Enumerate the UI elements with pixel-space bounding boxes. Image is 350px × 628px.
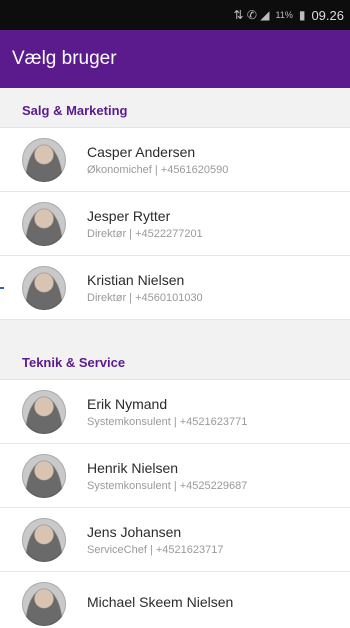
user-row-kristian-nielsen[interactable]: Kristian Nielsen Direktør | +4560101030 bbox=[0, 256, 350, 320]
battery-level: 11% bbox=[275, 10, 293, 20]
avatar bbox=[22, 581, 66, 626]
user-detail: Systemkonsulent | +4521623771 bbox=[87, 415, 248, 428]
user-name: Kristian Nielsen bbox=[87, 271, 185, 288]
section-header-salg-marketing: Salg & Marketing bbox=[0, 88, 350, 128]
user-name: Jesper Rytter bbox=[87, 207, 171, 224]
avatar bbox=[22, 137, 66, 182]
user-row-erik-nymand[interactable]: Erik Nymand Systemkonsulent | +452162377… bbox=[0, 380, 350, 444]
user-row-michael-skeem-nielsen[interactable]: Michael Skeem Nielsen bbox=[0, 572, 350, 628]
avatar bbox=[22, 201, 66, 246]
user-name: Erik Nymand bbox=[87, 395, 168, 412]
avatar bbox=[22, 453, 66, 498]
status-bar: ⇅ ✆ ◢ 11% ▮ 09.26 bbox=[0, 0, 350, 30]
app-bar: Vælg bruger bbox=[0, 30, 350, 88]
avatar bbox=[22, 389, 66, 434]
section-header-teknik-service: Teknik & Service bbox=[0, 340, 350, 380]
user-row-casper-andersen[interactable]: Casper Andersen Økonomichef | +456162059… bbox=[0, 128, 350, 192]
user-detail: Direktør | +4560101030 bbox=[87, 291, 203, 304]
user-name: Jens Johansen bbox=[87, 523, 182, 540]
user-name: Henrik Nielsen bbox=[87, 459, 179, 476]
user-row-jesper-rytter[interactable]: Jesper Rytter Direktør | +4522277201 bbox=[0, 192, 350, 256]
user-list[interactable]: Salg & Marketing Casper Andersen Økonomi… bbox=[0, 88, 350, 628]
clock: 09.26 bbox=[311, 7, 344, 23]
user-detail: ServiceChef | +4521623717 bbox=[87, 543, 224, 556]
user-name: Michael Skeem Nielsen bbox=[87, 593, 234, 610]
user-name: Casper Andersen bbox=[87, 143, 196, 160]
user-row-henrik-nielsen[interactable]: Henrik Nielsen Systemkonsulent | +452522… bbox=[0, 444, 350, 508]
avatar bbox=[22, 517, 66, 562]
user-detail: Økonomichef | +4561620590 bbox=[87, 163, 229, 176]
selection-marker bbox=[0, 286, 4, 289]
signal-icons: ⇅ ✆ ◢ bbox=[233, 8, 270, 22]
page-title: Vælg bruger bbox=[12, 48, 117, 69]
user-detail: Direktør | +4522277201 bbox=[87, 227, 203, 240]
user-detail: Systemkonsulent | +4525229687 bbox=[87, 479, 248, 492]
battery-icon: ▮ bbox=[298, 8, 306, 22]
avatar bbox=[22, 265, 66, 310]
user-row-jens-johansen[interactable]: Jens Johansen ServiceChef | +4521623717 bbox=[0, 508, 350, 572]
